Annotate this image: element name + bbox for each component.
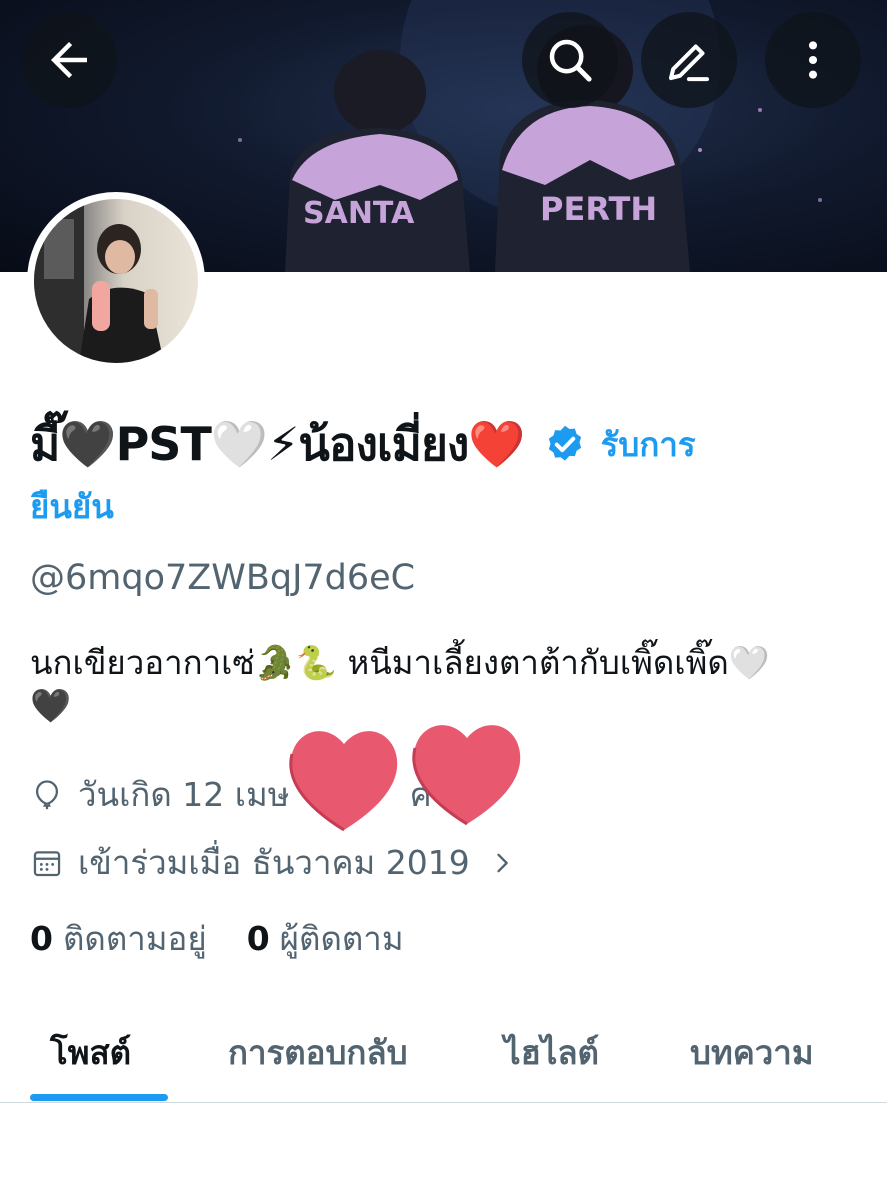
verified-badge-icon[interactable] — [543, 423, 587, 467]
following-label[interactable]: ติดตามอยู่ — [63, 912, 207, 965]
banner-jacket-left-text: SANTA — [303, 196, 415, 231]
bio-line-2: 🖤 — [30, 686, 72, 725]
get-verified-link[interactable]: รับการ — [601, 418, 696, 471]
more-vertical-icon — [808, 41, 818, 79]
arrow-left-icon — [51, 42, 87, 78]
display-name: มี๊🖤PST🤍⚡น้องเมี่ยง❤️ — [30, 417, 526, 471]
more-button[interactable] — [765, 12, 861, 108]
following-count[interactable]: 0 — [30, 919, 53, 958]
joined-row[interactable]: เข้าร่วมเมื่อ ธันวาคม 2019 — [30, 836, 516, 889]
get-verified-link-continued[interactable]: ยืนยัน — [30, 480, 114, 533]
pencil-icon — [668, 44, 710, 82]
edit-button[interactable] — [641, 12, 737, 108]
tab-highlights[interactable]: ไฮไลต์ — [504, 1026, 599, 1079]
birthday-text: วันเกิด 12 เมษ — [78, 775, 290, 814]
tab-posts[interactable]: โพสต์ — [50, 1026, 131, 1079]
joined-text: เข้าร่วมเมื่อ ธันวาคม 2019 — [78, 843, 470, 882]
back-button[interactable] — [21, 12, 117, 108]
profile-name-block: มี๊🖤PST🤍⚡น้องเมี่ยง❤️ รับการ — [30, 408, 860, 481]
balloon-icon — [35, 779, 59, 809]
avatar[interactable] — [27, 192, 205, 370]
tab-articles[interactable]: บทความ — [690, 1026, 814, 1079]
followers-count[interactable]: 0 — [247, 919, 270, 958]
tab-replies[interactable]: การตอบกลับ — [228, 1026, 408, 1079]
follow-stats: 0 ติดตามอยู่ 0 ผู้ติดตาม — [30, 912, 444, 965]
profile-tabs: โพสต์ การตอบกลับ ไฮไลต์ บทความ — [0, 1000, 887, 1103]
banner-jacket-right-text: PERTH — [540, 190, 658, 228]
bio-line-1: นกเขียวอากาเซ่🐊🐍 หนีมาเลี้ยงตาต้ากับเพิ๊… — [30, 643, 770, 682]
active-tab-indicator — [30, 1094, 168, 1101]
avatar-photo — [34, 199, 198, 363]
chevron-right-icon — [497, 853, 508, 872]
handle: @6mqo7ZWBqJ7d6eC — [30, 558, 416, 598]
calendar-icon — [33, 850, 61, 876]
heart-sticker-icon — [289, 725, 521, 832]
search-icon — [549, 39, 592, 82]
followers-label[interactable]: ผู้ติดตาม — [280, 912, 404, 965]
search-button[interactable] — [522, 12, 618, 108]
